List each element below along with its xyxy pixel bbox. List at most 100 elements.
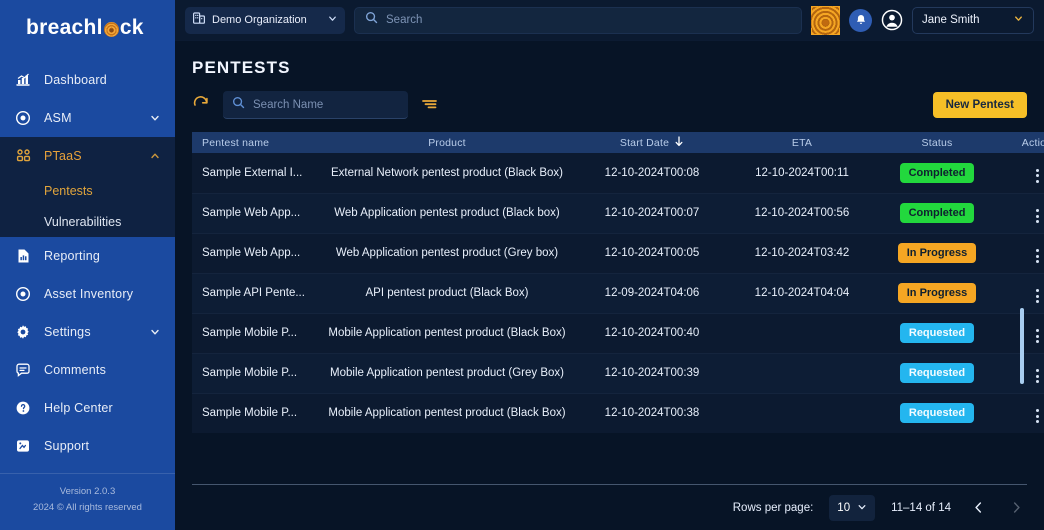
chevron-down-icon <box>327 11 338 29</box>
table-row[interactable]: Sample API Pente... API pentest product (… <box>192 272 1044 313</box>
cell-pentest-name: Sample Mobile P... <box>192 352 317 393</box>
global-search[interactable] <box>354 6 802 34</box>
cell-status: In Progress <box>877 272 997 313</box>
table-row[interactable]: Sample Mobile P... Mobile Application pen… <box>192 392 1044 433</box>
sidebar-item-help-center[interactable]: Help Center <box>0 389 175 427</box>
chevron-up-icon <box>149 150 161 162</box>
table-row[interactable]: Sample Web App... Web Application pentest… <box>192 192 1044 233</box>
table-row[interactable]: Sample Mobile P... Mobile Application pen… <box>192 312 1044 353</box>
organization-selector[interactable]: Demo Organization <box>185 6 345 34</box>
row-actions-menu-icon[interactable] <box>1035 249 1039 263</box>
fingerprint-scan-icon[interactable] <box>811 5 840 35</box>
sidebar-subitem-pentests[interactable]: Pentests <box>0 175 175 206</box>
cell-start-date: 12-10-2024T00:39 <box>577 352 727 393</box>
sidebar-item-reporting[interactable]: Reporting <box>0 237 175 275</box>
cell-eta <box>727 392 877 433</box>
sidebar-item-label: ASM <box>44 111 72 125</box>
new-pentest-button[interactable]: New Pentest <box>932 92 1027 118</box>
cell-product: Web Application pentest product (Grey bo… <box>317 232 577 273</box>
pentest-name-search-input[interactable] <box>253 98 407 111</box>
question-circle-icon <box>12 398 34 418</box>
building-icon <box>192 11 206 30</box>
row-actions-menu-icon[interactable] <box>1035 168 1039 183</box>
sidebar-item-label: PTaaS <box>44 149 82 163</box>
refresh-icon[interactable] <box>192 96 210 114</box>
column-header-pentest-name[interactable]: Pentest name <box>192 132 317 153</box>
sidebar-group-ptaas: PTaaS Pentests Vulnerabilities <box>0 137 175 237</box>
search-icon <box>365 11 378 29</box>
row-actions-menu-icon[interactable] <box>1035 209 1039 223</box>
next-page-button[interactable] <box>1005 497 1027 519</box>
sidebar-item-support[interactable]: Support <box>0 427 175 465</box>
cell-pentest-name: Sample Mobile P... <box>192 392 317 433</box>
cell-start-date: 12-09-2024T04:06 <box>577 272 727 313</box>
status-badge: Completed <box>899 162 975 183</box>
previous-page-button[interactable] <box>967 497 989 519</box>
row-actions-menu-icon[interactable] <box>1035 369 1039 383</box>
sidebar-item-ptaas[interactable]: PTaaS <box>0 137 175 175</box>
cell-start-date: 12-10-2024T00:07 <box>577 192 727 233</box>
user-avatar-icon[interactable] <box>881 9 903 31</box>
table-scrollbar-thumb[interactable] <box>1020 308 1024 384</box>
copyright-label: 2024 © All rights reserved <box>33 502 142 513</box>
column-header-eta[interactable]: ETA <box>727 132 877 153</box>
notification-bell-icon[interactable] <box>849 8 872 32</box>
sidebar-subitem-label: Vulnerabilities <box>44 214 122 229</box>
row-actions-menu-icon[interactable] <box>1035 409 1039 424</box>
column-header-product[interactable]: Product <box>317 132 577 153</box>
sidebar-item-dashboard[interactable]: Dashboard <box>0 61 175 99</box>
sidebar-item-comments[interactable]: Comments <box>0 351 175 389</box>
table-scrollbar-track[interactable] <box>1020 153 1024 433</box>
cell-product: Mobile Application pentest product (Blac… <box>317 312 577 353</box>
chevron-down-icon <box>1013 11 1024 29</box>
table-row[interactable]: Sample External I... External Network pen… <box>192 153 1044 193</box>
cell-pentest-name: Sample Web App... <box>192 232 317 273</box>
cell-start-date: 12-10-2024T00:08 <box>604 166 700 179</box>
sidebar-subitem-label: Pentests <box>44 183 93 198</box>
cell-status: Requested <box>877 392 997 433</box>
pagination-range-label: 11–14 of 14 <box>891 501 951 514</box>
brand-logo[interactable]: breachl ck <box>0 0 175 55</box>
cell-pentest-name: Sample External I... <box>202 166 303 179</box>
cell-eta <box>727 352 877 393</box>
cell-product: Mobile Application pentest product (Grey… <box>317 352 577 393</box>
main-area: Demo Organization Search Jane Smith PENT… <box>175 0 1044 530</box>
top-bar: Demo Organization Search Jane Smith <box>175 0 1044 41</box>
row-actions-menu-icon[interactable] <box>1035 329 1039 343</box>
sidebar-subitem-vulnerabilities[interactable]: Vulnerabilities <box>0 206 175 237</box>
table-row[interactable]: Sample Web App... Web Application pentest… <box>192 232 1044 273</box>
pentests-table: Pentest name Product Start Date ETA Stat… <box>192 132 1044 433</box>
column-header-status[interactable]: Status <box>877 132 997 153</box>
chevron-down-icon <box>857 499 867 517</box>
cell-status: Completed <box>877 192 997 233</box>
column-header-start-date[interactable]: Start Date <box>577 132 727 153</box>
gear-icon <box>12 322 34 342</box>
sidebar-nav: Dashboard ASM PTaaS Pentests Vulnerabili… <box>0 55 175 473</box>
global-search-input[interactable] <box>386 14 791 26</box>
sidebar: breachl ck Dashboard ASM PTaaS Pentests … <box>0 0 175 530</box>
cell-product: API pentest product (Black Box) <box>317 272 577 313</box>
cell-product: Web Application pentest product (Black b… <box>317 192 577 233</box>
sidebar-item-label: Reporting <box>44 249 100 263</box>
sort-desc-arrow-icon <box>674 135 684 150</box>
rows-per-page-select[interactable]: 10 <box>829 494 876 521</box>
target-icon <box>12 108 34 128</box>
row-actions-menu-icon[interactable] <box>1035 289 1039 303</box>
support-icon <box>12 436 34 456</box>
sidebar-item-asm[interactable]: ASM <box>0 99 175 137</box>
cell-status: Completed <box>877 153 997 193</box>
table-row[interactable]: Sample Mobile P... Mobile Application pen… <box>192 352 1044 393</box>
filter-icon[interactable] <box>421 97 438 113</box>
sidebar-item-settings[interactable]: Settings <box>0 313 175 351</box>
pentest-name-search[interactable] <box>223 91 408 119</box>
page-content: PENTESTS Search Name New Pentest Pentest… <box>175 41 1044 530</box>
fingerprint-icon <box>103 22 119 37</box>
cell-start-date: 12-10-2024T00:38 <box>577 392 727 433</box>
chevron-down-icon <box>149 112 161 124</box>
logo-text-after: ck <box>119 15 144 39</box>
app-root: breachl ck Dashboard ASM PTaaS Pentests … <box>0 0 1044 530</box>
sidebar-item-asset-inventory[interactable]: Asset Inventory <box>0 275 175 313</box>
user-menu[interactable]: Jane Smith <box>912 6 1034 34</box>
status-badge: Requested <box>899 323 975 343</box>
version-label: Version 2.0.3 <box>59 486 116 497</box>
